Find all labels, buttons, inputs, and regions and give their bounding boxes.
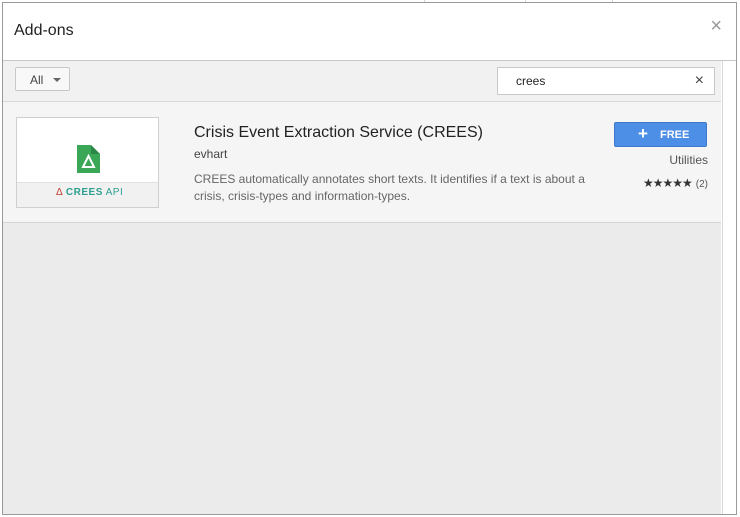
rating-count: (2) [695,179,708,190]
brand-word: CREES [65,187,103,198]
addon-author: evhart [194,147,228,161]
install-free-button[interactable]: + FREE [614,122,707,147]
dialog-title: Add-ons [14,22,74,39]
search-input[interactable] [516,73,676,89]
addon-description: CREES automatically annotates short text… [194,172,585,203]
brand-mark: Δ [56,187,63,198]
addon-list-item[interactable]: Δ CREES API Crisis Event Extraction Serv… [3,102,721,223]
crees-api-logo: Δ CREES API [56,187,123,198]
filter-label: All [30,73,44,87]
install-button-label: FREE [660,129,690,141]
thumbnail-footer: Δ CREES API [17,182,158,207]
filter-toolbar: All × [3,61,721,102]
addons-dialog: Add-ons × All × Δ CREES [2,2,737,515]
chevron-down-icon [53,78,61,82]
brand-suffix: API [105,187,124,198]
star-rating-icon: ★★★★★ [642,176,693,190]
addon-category: Utilities [669,153,708,167]
dialog-header: Add-ons × [3,3,736,61]
document-logo-icon [77,145,100,173]
plus-icon: + [638,124,648,143]
rating: ★★★★★ (2) [643,176,708,190]
addon-title[interactable]: Crisis Event Extraction Service (CREES) [194,124,483,142]
close-icon[interactable]: × [710,16,722,36]
clear-search-icon[interactable]: × [695,72,704,90]
scrollbar-thumb[interactable] [726,63,733,514]
category-filter-dropdown[interactable]: All [15,67,70,91]
addon-thumbnail[interactable]: Δ CREES API [16,117,159,208]
search-box: × [497,67,715,95]
scrollbar[interactable] [722,61,736,514]
results-area: Δ CREES API Crisis Event Extraction Serv… [3,102,721,514]
